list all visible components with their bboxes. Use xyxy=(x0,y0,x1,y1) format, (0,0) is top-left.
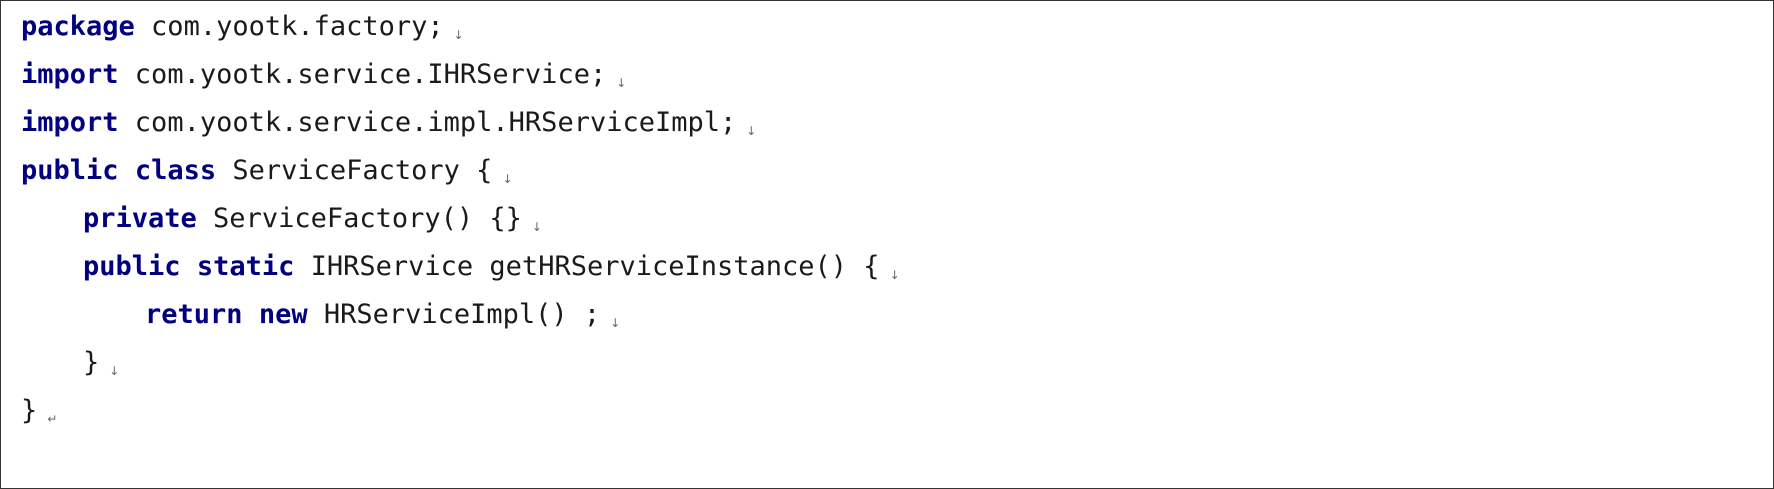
code-line-import-2: import com.yootk.service.impl.HRServiceI… xyxy=(21,103,756,143)
code-line-constructor: private ServiceFactory() {} ↓ xyxy=(21,199,542,239)
constructor-signature: ServiceFactory() {} xyxy=(196,203,522,234)
method-signature: IHRService getHRServiceInstance() { xyxy=(294,251,880,282)
closing-brace: } xyxy=(21,395,38,426)
keyword-new: new xyxy=(258,299,308,330)
keyword-package: package xyxy=(21,11,135,42)
return-expression: HRServiceImpl() ; xyxy=(307,299,601,330)
code-line-class-declaration: public class ServiceFactory { ↓ xyxy=(21,151,513,191)
keyword-static: static xyxy=(196,251,295,282)
line-break-mark-icon: ↓ xyxy=(531,220,542,234)
line-break-mark-icon: ↓ xyxy=(746,124,757,138)
keyword-class: class xyxy=(134,155,217,186)
line-break-mark-icon: ↓ xyxy=(610,316,621,330)
class-name: ServiceFactory { xyxy=(216,155,493,186)
line-break-mark-icon: ↓ xyxy=(109,364,120,378)
import-path: com.yootk.service.impl.HRServiceImpl; xyxy=(118,107,737,138)
code-block: package com.yootk.factory; ↓ import com.y… xyxy=(0,0,1774,489)
keyword-private: private xyxy=(83,203,197,234)
code-line-return: return new HRServiceImpl() ; ↓ xyxy=(21,295,620,335)
package-name: com.yootk.factory; xyxy=(134,11,444,42)
code-line-method-close: } ↓ xyxy=(21,343,119,383)
closing-brace: } xyxy=(83,347,100,378)
keyword-import: import xyxy=(21,59,119,90)
code-line-package: package com.yootk.factory; ↓ xyxy=(21,7,464,47)
keyword-import: import xyxy=(21,107,119,138)
line-break-mark-icon: ↓ xyxy=(889,268,900,282)
code-line-class-close: } ↵ xyxy=(21,391,57,431)
code-line-method-declaration: public static IHRService getHRServiceIns… xyxy=(21,247,900,287)
code-line-import-1: import com.yootk.service.IHRService; ↓ xyxy=(21,55,626,95)
keyword-public: public xyxy=(83,251,181,282)
line-break-mark-icon: ↓ xyxy=(502,172,513,186)
keyword-return: return xyxy=(145,299,243,330)
paragraph-mark-icon: ↵ xyxy=(47,412,58,426)
line-break-mark-icon: ↓ xyxy=(453,28,464,42)
line-break-mark-icon: ↓ xyxy=(616,76,627,90)
import-path: com.yootk.service.IHRService; xyxy=(118,59,607,90)
keyword-public: public xyxy=(21,155,119,186)
